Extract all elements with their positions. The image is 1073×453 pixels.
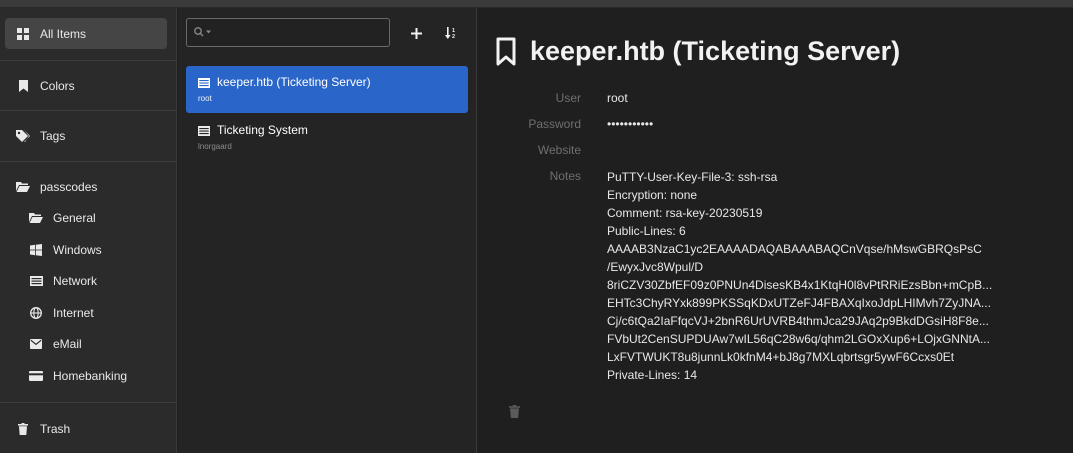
password-value[interactable]: ••••••••••• bbox=[607, 117, 653, 131]
notes-line: Comment: rsa-key-20230519 bbox=[607, 206, 763, 220]
bookmark-icon[interactable] bbox=[496, 37, 516, 67]
window-top-strip bbox=[0, 0, 1073, 8]
sidebar-item-colors[interactable]: Colors bbox=[5, 70, 167, 101]
divider bbox=[0, 402, 176, 403]
sidebar-item-label: All Items bbox=[40, 26, 87, 41]
search-input[interactable] bbox=[216, 25, 376, 40]
sidebar-item-windows[interactable]: Windows bbox=[5, 234, 167, 265]
search-box[interactable] bbox=[186, 18, 390, 47]
sort-button[interactable]: 12 bbox=[442, 24, 460, 42]
notes-line: Public-Lines: 6 bbox=[607, 224, 686, 238]
notes-line: LxFVTWUKT8u8junnLk0kfnM4+bJ8g7MXLqbrtsgr… bbox=[607, 350, 955, 364]
sidebar-item-label: Network bbox=[53, 273, 98, 288]
notes-line: AAAAB3NzaC1yc2EAAAADAQABAAABAQCnVqse/hMs… bbox=[607, 242, 982, 256]
notes-line: EHTc3ChyRYxk899PKSSqKDxUTZeFJ4FBAXqIxoJd… bbox=[607, 296, 991, 310]
windows-icon bbox=[29, 243, 43, 257]
divider bbox=[0, 161, 176, 162]
sidebar-item-passcodes[interactable]: passcodes bbox=[5, 171, 167, 202]
sidebar-item-general[interactable]: General bbox=[5, 202, 167, 233]
svg-text:2: 2 bbox=[452, 34, 455, 39]
sidebar-item-homebanking[interactable]: Homebanking bbox=[5, 360, 167, 391]
page-title: keeper.htb (Ticketing Server) bbox=[530, 36, 901, 66]
notes-line: Encryption: none bbox=[607, 188, 698, 202]
network-icon bbox=[198, 77, 210, 88]
entry-list-panel: 12 keeper.htb (Ticketing Server) root Ti… bbox=[178, 8, 477, 453]
notes-line: Cj/c6tQa2IaFfqcVJ+2bnR6UrUVRB4thmJca29JA… bbox=[607, 314, 989, 328]
list-item[interactable]: keeper.htb (Ticketing Server) root bbox=[186, 66, 468, 113]
sidebar-item-label: Tags bbox=[40, 128, 66, 143]
plus-icon bbox=[410, 27, 422, 39]
entry-title: keeper.htb (Ticketing Server) bbox=[217, 75, 371, 89]
entry-subtitle: root bbox=[198, 94, 212, 103]
sidebar-item-label: Windows bbox=[53, 242, 102, 257]
sidebar-item-trash[interactable]: Trash bbox=[5, 413, 167, 444]
sidebar-item-internet[interactable]: Internet bbox=[5, 297, 167, 328]
trash-icon bbox=[509, 405, 520, 418]
sidebar-item-tags[interactable]: Tags bbox=[5, 120, 167, 151]
entry-header: keeper.htb (Ticketing Server) bbox=[496, 36, 900, 67]
sidebar-item-label: Homebanking bbox=[53, 368, 128, 383]
entry-detail-panel: keeper.htb (Ticketing Server) User root … bbox=[478, 8, 1073, 453]
list-item[interactable]: Ticketing System lnorgaard bbox=[186, 114, 468, 161]
notes-value[interactable]: PuTTY-User-Key-File-3: ssh-rsa Encryptio… bbox=[607, 168, 997, 384]
sidebar-item-email[interactable]: eMail bbox=[5, 328, 167, 359]
network-icon bbox=[198, 125, 210, 136]
sidebar-item-label: Internet bbox=[53, 305, 94, 320]
envelope-icon bbox=[29, 337, 43, 351]
globe-icon bbox=[29, 306, 43, 320]
sidebar-item-network[interactable]: Network bbox=[5, 265, 167, 296]
field-label: Notes bbox=[549, 169, 581, 183]
trash-icon bbox=[16, 422, 30, 436]
notes-line: PuTTY-User-Key-File-3: ssh-rsa bbox=[607, 170, 778, 184]
add-entry-button[interactable] bbox=[407, 24, 425, 42]
divider bbox=[0, 60, 176, 61]
search-icon bbox=[194, 24, 212, 42]
grid-icon bbox=[16, 27, 30, 41]
sidebar: All Items Colors Tags passcodes General … bbox=[0, 8, 177, 453]
delete-entry-button[interactable] bbox=[509, 405, 523, 421]
credit-card-icon bbox=[29, 369, 43, 383]
notes-line: 8riCZV30ZbfEF09z0PNUn4DisesKB4x1KtqH0l8v… bbox=[607, 278, 993, 292]
sidebar-item-label: General bbox=[53, 210, 96, 225]
field-label: Password bbox=[528, 117, 581, 131]
folder-open-icon bbox=[16, 180, 30, 194]
sidebar-item-label: Trash bbox=[40, 421, 71, 436]
user-value[interactable]: root bbox=[607, 91, 628, 105]
entry-title: Ticketing System bbox=[217, 123, 308, 137]
entry-subtitle: lnorgaard bbox=[198, 142, 232, 151]
divider bbox=[0, 110, 176, 111]
sort-icon: 12 bbox=[444, 27, 455, 39]
bookmark-icon bbox=[16, 79, 30, 93]
sidebar-item-label: Colors bbox=[40, 78, 75, 93]
sidebar-item-all-items[interactable]: All Items bbox=[5, 18, 167, 49]
tags-icon bbox=[16, 129, 30, 143]
notes-line: Private-Lines: 14 bbox=[607, 368, 698, 382]
field-label: User bbox=[555, 91, 581, 105]
field-label: Website bbox=[537, 143, 581, 157]
folder-open-icon bbox=[29, 211, 43, 225]
network-icon bbox=[29, 274, 43, 288]
notes-line: FVbUt2CenSUPDUAw7wIL56qC28w6q/qhm2LGOxXu… bbox=[607, 332, 990, 346]
sidebar-item-label: passcodes bbox=[40, 179, 98, 194]
notes-line: /EwyxJvc8Wpul/D bbox=[607, 260, 704, 274]
sidebar-item-label: eMail bbox=[53, 336, 82, 351]
